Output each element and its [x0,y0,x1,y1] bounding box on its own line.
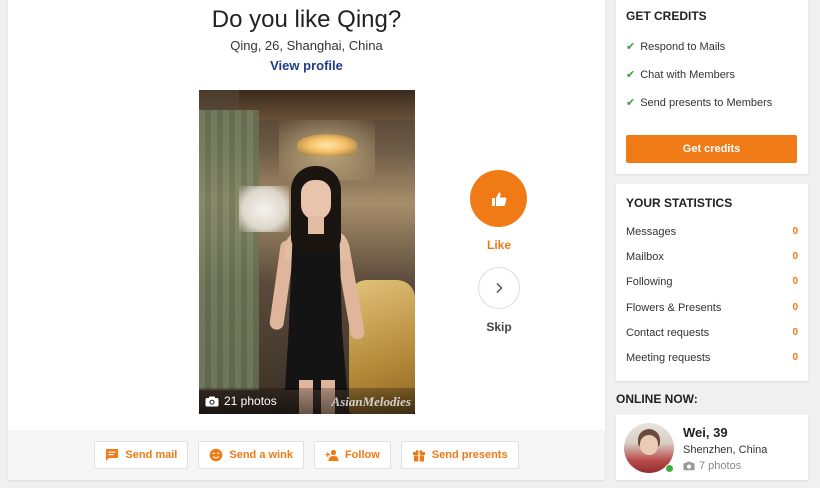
profile-photo[interactable]: 21 photos AsianMelodies [199,90,415,414]
send-mail-button[interactable]: Send mail [94,441,189,469]
credit-benefit-label: Chat with Members [640,68,735,81]
stat-row-contact-requests[interactable]: Contact requests 0 [626,327,798,339]
online-member-location: Shenzhen, China [683,444,768,456]
wink-icon [210,448,223,462]
send-presents-label: Send presents [431,449,508,461]
stat-label: Messages [626,226,677,238]
stat-label: Mailbox [626,251,664,263]
action-bar: Send mail Send a wink Follow Send presen… [8,430,605,480]
photo-figure-neck [308,216,324,234]
stat-label: Flowers & Presents [626,302,722,314]
page-title: Do you like Qing? [211,6,402,33]
stat-row-mailbox[interactable]: Mailbox 0 [626,251,798,263]
stat-value: 0 [792,226,798,237]
get-credits-button[interactable]: Get credits [626,135,797,163]
credit-benefit: ✔ Send presents to Members [626,96,773,110]
credit-benefit-label: Respond to Mails [640,40,726,53]
stat-row-flowers-presents[interactable]: Flowers & Presents 0 [626,302,798,314]
credit-benefit: ✔ Chat with Members [626,68,735,82]
follow-label: Follow [344,449,380,461]
online-member-card[interactable]: Wei, 39 Shenzhen, China 7 photos [616,415,808,480]
send-presents-button[interactable]: Send presents [400,441,519,469]
follow-icon [325,449,339,461]
gift-icon [412,450,425,462]
like-label[interactable]: Like [468,238,530,252]
credit-benefit: ✔ Respond to Mails [626,40,726,54]
stat-label: Following [626,276,673,288]
send-wink-button[interactable]: Send a wink [198,441,304,469]
online-member-photo-count: 7 photos [699,460,742,472]
online-now-title: ONLINE NOW: [616,392,698,406]
check-icon: ✔ [626,41,636,53]
profile-summary: Qing, 26, Shanghai, China [230,38,383,53]
photo-figure-face [301,180,331,220]
photo-count: 21 photos [224,394,277,408]
thumbs-up-icon [491,192,506,206]
send-mail-label: Send mail [125,449,178,461]
watermark-logo: AsianMelodies [331,394,411,409]
avatar-face [640,435,658,455]
stat-value: 0 [792,302,798,313]
online-member-name[interactable]: Wei, 39 [683,425,728,440]
photo-bg-ceiling [239,90,415,120]
stat-row-meeting-requests[interactable]: Meeting requests 0 [626,352,798,364]
credit-benefit-label: Send presents to Members [640,96,773,109]
stat-label: Contact requests [626,327,710,339]
photo-figure-dress [285,240,347,390]
check-icon: ✔ [626,97,636,109]
stat-value: 0 [792,276,798,287]
check-icon: ✔ [626,69,636,81]
stat-value: 0 [792,327,798,338]
stat-value: 0 [792,251,798,262]
match-card: Do you like Qing? Qing, 26, Shanghai, Ch… [8,0,605,480]
stat-value: 0 [792,352,798,363]
get-credits-panel: GET CREDITS ✔ Respond to Mails ✔ Chat wi… [616,0,808,174]
send-wink-label: Send a wink [229,449,293,461]
skip-button[interactable] [478,267,520,309]
stat-row-following[interactable]: Following 0 [626,276,798,288]
statistics-title: YOUR STATISTICS [626,196,733,210]
view-profile-link[interactable]: View profile [8,58,605,73]
stat-row-messages[interactable]: Messages 0 [626,226,798,238]
chevron-right-icon [496,282,503,294]
camera-icon [683,461,695,471]
photo-bg-plume [239,186,289,232]
like-button[interactable] [470,170,527,227]
online-member-photos: 7 photos [683,460,741,472]
photo-bg-wall [199,110,259,390]
skip-label[interactable]: Skip [468,320,530,334]
camera-icon [205,396,219,406]
photo-bg-lamp [297,134,357,156]
stat-label: Meeting requests [626,352,711,364]
credits-title: GET CREDITS [626,9,707,23]
online-status-dot [665,464,674,473]
statistics-panel: YOUR STATISTICS Messages 0 Mailbox 0 Fol… [616,184,808,381]
follow-button[interactable]: Follow [313,441,391,469]
chat-icon [106,449,119,461]
